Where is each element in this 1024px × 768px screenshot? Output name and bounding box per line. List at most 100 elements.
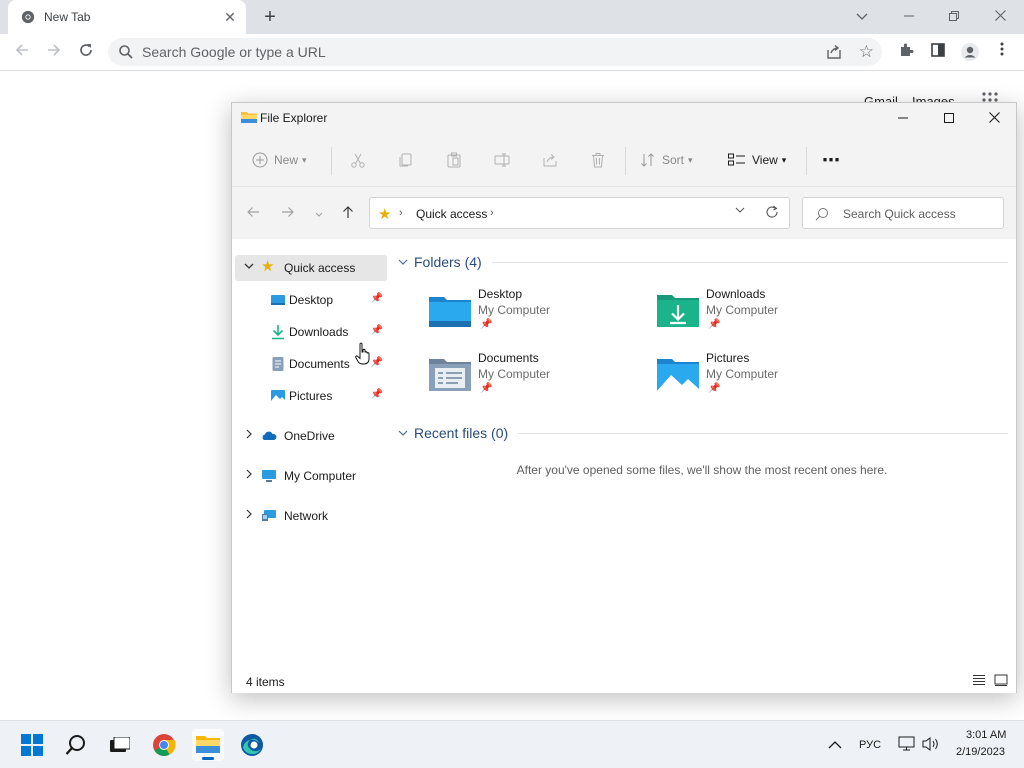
cut-button[interactable] <box>350 150 366 170</box>
profile-avatar-icon[interactable] <box>960 42 980 62</box>
folder-location: My Computer <box>706 367 779 381</box>
sidebar-item-desktop[interactable]: Desktop 📌 <box>235 287 387 313</box>
forward-icon[interactable] <box>280 205 296 221</box>
explorer-close-button[interactable] <box>972 103 1018 133</box>
view-button[interactable]: View ▾ <box>728 150 786 170</box>
navigation-bar: ★ › Quick access › Search Quick access <box>232 187 1016 239</box>
share-icon[interactable] <box>826 44 842 60</box>
cut-icon <box>351 153 365 168</box>
separator <box>331 147 332 175</box>
sidebar-item-label: My Computer <box>284 469 357 483</box>
pin-icon: 📌 <box>480 319 493 330</box>
chrome-menu-icon[interactable] <box>992 42 1012 62</box>
tab-new-tab[interactable]: New Tab ✕ <box>8 0 246 34</box>
rename-button[interactable] <box>494 150 510 170</box>
clock-date[interactable]: 2/19/2023 <box>956 746 1005 758</box>
pin-icon: 📌 <box>370 325 383 336</box>
volume-icon[interactable] <box>922 736 940 755</box>
chevron-right-icon[interactable] <box>243 469 255 481</box>
share-button[interactable] <box>542 150 558 170</box>
clock-time[interactable]: 3:01 AM <box>966 729 1006 741</box>
back-icon[interactable] <box>245 205 261 221</box>
search-box[interactable]: Search Quick access <box>802 197 1004 229</box>
explorer-maximize-button[interactable] <box>926 103 972 133</box>
recent-locations-icon[interactable] <box>311 205 327 221</box>
chevron-down-icon[interactable] <box>735 207 745 213</box>
downloads-folder-icon <box>272 325 284 340</box>
maximize-icon <box>944 113 954 123</box>
folder-tile-documents[interactable]: Documents My Computer 📌 <box>428 351 648 407</box>
paste-icon <box>447 152 461 168</box>
taskbar-chrome-button[interactable] <box>148 729 180 761</box>
chevron-right-icon[interactable] <box>243 429 255 441</box>
restore-icon[interactable] <box>944 6 964 26</box>
side-panel-icon[interactable] <box>928 42 948 62</box>
divider <box>518 433 1008 434</box>
sidebar-item-onedrive[interactable]: OneDrive <box>235 423 387 449</box>
reload-icon[interactable] <box>76 42 96 62</box>
minimize-icon[interactable] <box>899 6 919 26</box>
task-view-button[interactable] <box>104 729 136 761</box>
folder-tile-downloads[interactable]: Downloads My Computer 📌 <box>656 287 876 343</box>
active-indicator <box>202 757 214 760</box>
address-bar[interactable]: ★ › Quick access › <box>369 197 790 229</box>
sidebar-item-pictures[interactable]: Pictures 📌 <box>235 383 387 409</box>
network-status-icon[interactable] <box>898 736 916 755</box>
up-icon[interactable] <box>340 205 356 221</box>
tab-search-icon[interactable] <box>852 6 872 26</box>
sidebar-item-my-computer[interactable]: My Computer <box>235 463 387 489</box>
refresh-icon[interactable] <box>765 205 779 219</box>
extensions-icon[interactable] <box>896 42 916 62</box>
see-more-button[interactable]: ⋯ <box>822 150 840 170</box>
chevron-down-icon <box>398 428 408 439</box>
new-label: New <box>274 153 299 167</box>
delete-button[interactable] <box>590 150 606 170</box>
desktop-folder-icon <box>429 297 471 327</box>
explorer-title: File Explorer <box>260 111 328 125</box>
sort-button[interactable]: Sort ▾ <box>640 150 693 170</box>
sidebar-item-network[interactable]: Network <box>235 503 387 529</box>
forward-icon[interactable] <box>44 42 64 62</box>
explorer-minimize-button[interactable] <box>880 103 926 133</box>
paste-button[interactable] <box>446 150 462 170</box>
chevron-right-icon[interactable] <box>243 509 255 521</box>
folders-group-header[interactable]: Folders (4) <box>398 251 482 273</box>
details-view-icon[interactable] <box>972 674 986 686</box>
bookmark-star-icon[interactable]: ☆ <box>859 42 874 62</box>
back-icon[interactable] <box>12 42 32 62</box>
taskbar-file-explorer-button[interactable] <box>192 729 224 761</box>
folder-name: Pictures <box>706 351 750 365</box>
copy-button[interactable] <box>398 150 414 170</box>
breadcrumb-quick-access[interactable]: Quick access <box>416 207 487 221</box>
chevron-down-icon[interactable] <box>243 261 255 273</box>
file-explorer-icon <box>196 736 220 753</box>
search-icon <box>119 45 133 59</box>
pictures-folder-icon <box>271 390 285 402</box>
taskbar-edge-button[interactable] <box>236 729 268 761</box>
sort-icon <box>641 153 654 167</box>
tab-title: New Tab <box>44 10 91 24</box>
taskbar-search-button[interactable] <box>60 729 92 761</box>
show-hidden-icons-chevron-icon[interactable] <box>828 738 844 752</box>
sidebar-item-quick-access[interactable]: ★ Quick access <box>235 255 387 281</box>
content-pane: Folders (4) Desktop My Computer 📌 Downlo… <box>388 239 1016 667</box>
recent-files-group-header[interactable]: Recent files (0) <box>398 422 508 444</box>
folder-tile-desktop[interactable]: Desktop My Computer 📌 <box>428 287 648 343</box>
large-icons-view-icon[interactable] <box>994 674 1008 686</box>
explorer-titlebar[interactable]: File Explorer <box>232 103 1016 133</box>
folder-tile-pictures[interactable]: Pictures My Computer 📌 <box>656 351 876 407</box>
tab-close-icon[interactable]: ✕ <box>222 9 238 25</box>
recent-files-group-title: Recent files (0) <box>414 425 509 441</box>
breadcrumb-separator[interactable]: › <box>490 207 494 219</box>
omnibox[interactable]: Search Google or type a URL ☆ <box>108 38 882 66</box>
new-button[interactable]: New ▾ <box>252 150 307 170</box>
navigation-pane: ★ Quick access Desktop 📌 Downloads 📌 Doc… <box>232 239 388 667</box>
file-explorer-icon <box>241 112 257 123</box>
search-icon <box>815 208 828 221</box>
chevron-down-icon <box>398 257 408 268</box>
new-tab-button[interactable]: + <box>260 7 280 27</box>
folder-name: Desktop <box>478 287 523 301</box>
input-language-indicator[interactable]: РУС <box>859 739 881 751</box>
close-icon[interactable] <box>990 6 1010 26</box>
start-button[interactable] <box>16 729 48 761</box>
